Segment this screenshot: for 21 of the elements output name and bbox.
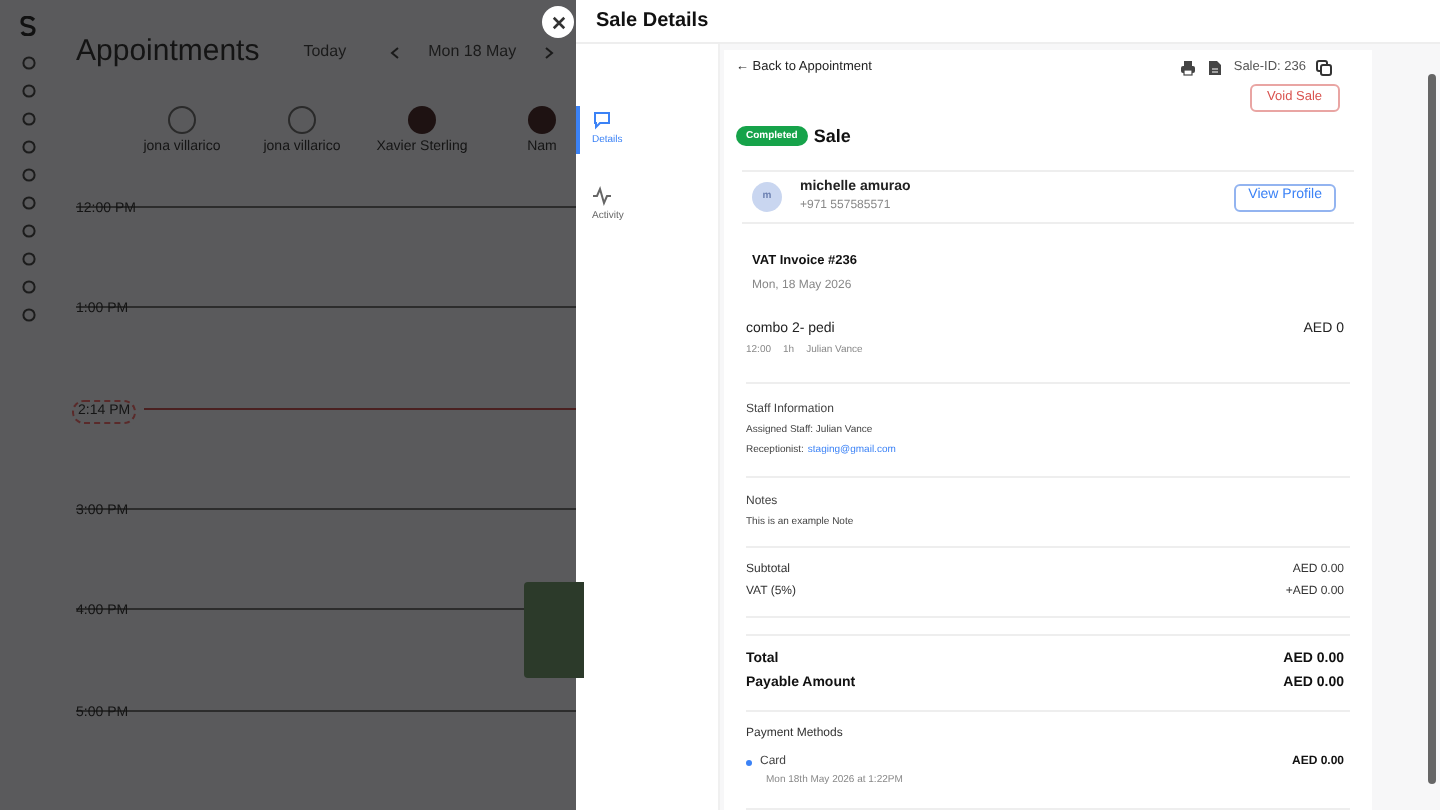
logo-icon [20,16,36,36]
avatar [288,105,316,134]
chevron-right-icon [544,45,555,60]
chevron-left-icon [390,45,401,60]
close-button[interactable] [542,6,574,38]
today-button[interactable]: Today [303,40,347,65]
copy-icon [1316,59,1332,76]
scrollbar[interactable] [1428,74,1436,784]
date-label: Mon 18 May [428,40,517,65]
document-icon [1207,59,1222,76]
chat-icon [592,110,612,130]
drawer-title: Sale Details [596,8,709,36]
page-title: Appointments [76,32,260,73]
printer-icon [1179,59,1196,76]
avatar [528,105,556,134]
avatar [168,105,196,134]
close-icon [551,15,565,29]
pulse-icon [592,185,612,205]
sale-heading: Sale [813,123,851,150]
appointment-block [524,581,584,677]
avatar [408,105,436,134]
